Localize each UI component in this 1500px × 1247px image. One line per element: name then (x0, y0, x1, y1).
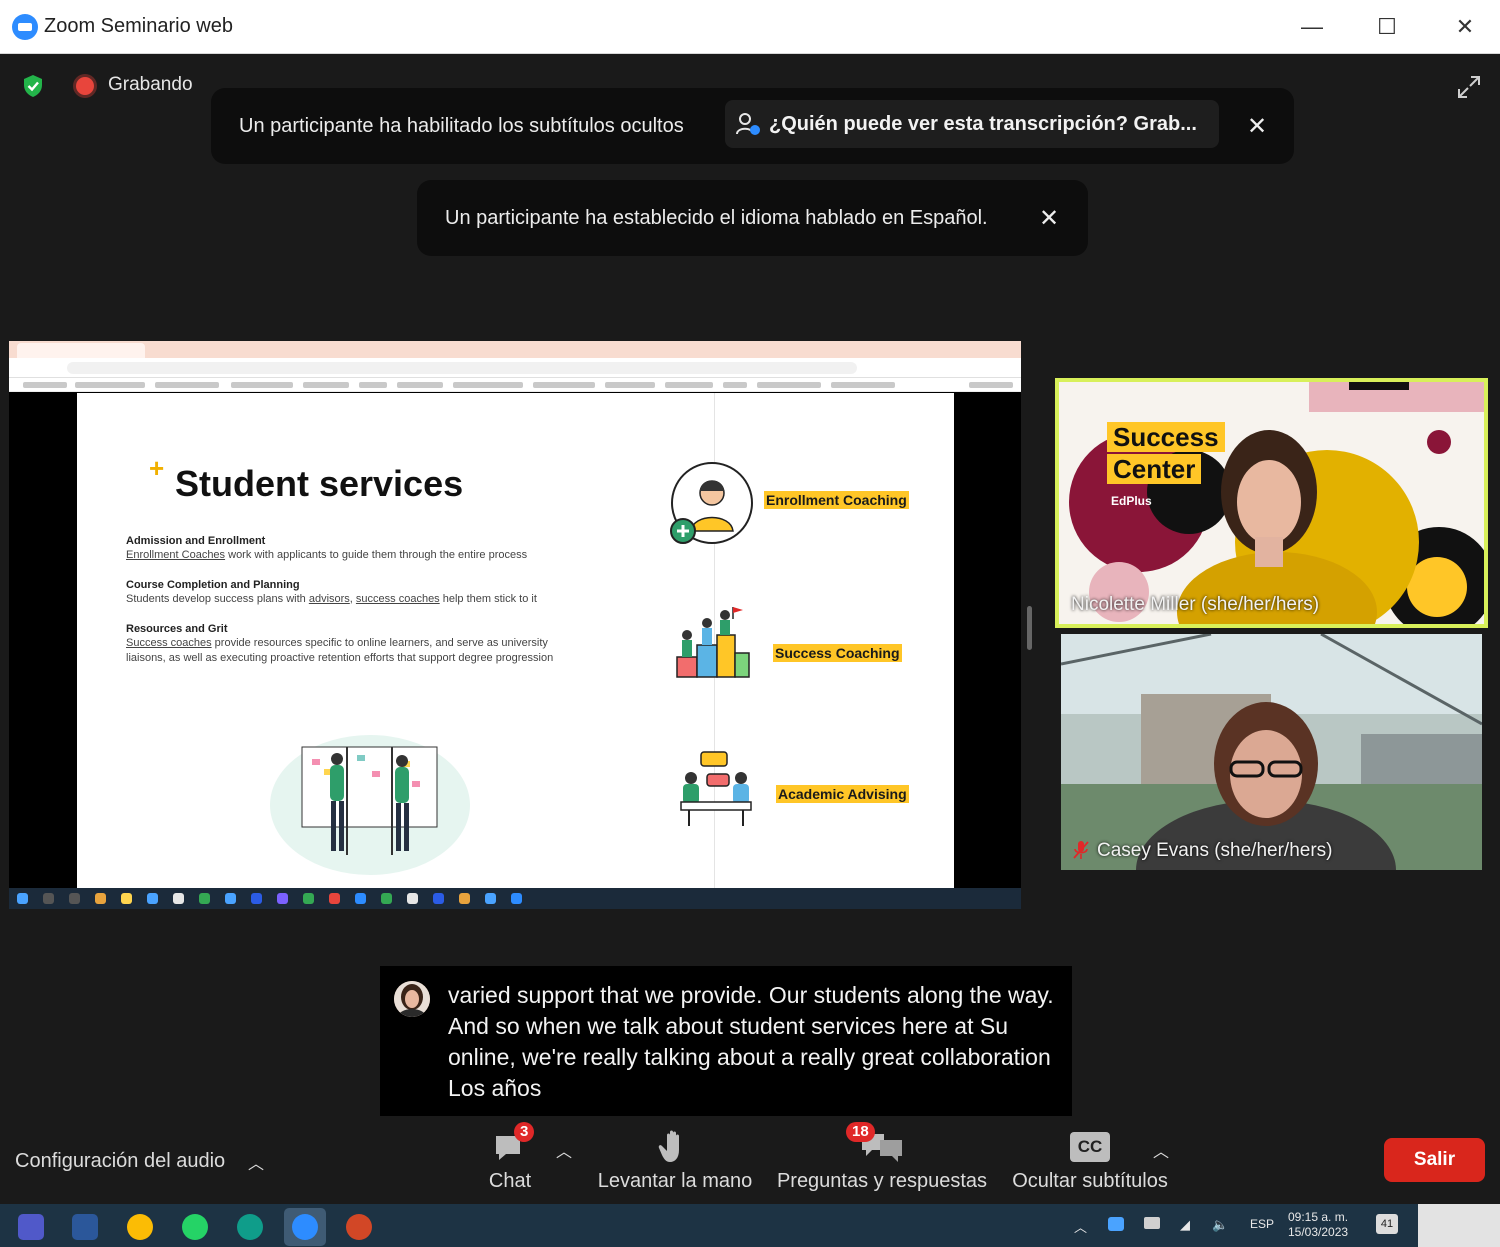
qa-label: Preguntas y respuestas (776, 1170, 988, 1192)
close-icon[interactable]: ✕ (1247, 112, 1267, 141)
service-label: Enrollment Coaching (764, 491, 909, 509)
chevron-up-icon[interactable]: ︿ (1074, 1217, 1087, 1236)
edge-icon[interactable] (237, 1214, 263, 1240)
meeting-area: Grabando Un participante ha habilitado l… (0, 54, 1500, 1204)
slide-item-heading: Resources and Grit (126, 623, 228, 635)
powerpoint-icon[interactable] (346, 1214, 372, 1240)
closed-captions: varied support that we provide. Our stud… (380, 966, 1072, 1116)
academic-advising-icon (680, 751, 752, 826)
recording-status: Grabando (108, 74, 193, 95)
battery-icon[interactable] (1144, 1217, 1160, 1229)
slide-item-body: Enrollment Coaches work with applicants … (126, 549, 528, 561)
browser-tab-bar (9, 341, 1021, 358)
chat-badge: 3 (514, 1122, 535, 1142)
hide-captions-label: Ocultar subtítulos (1012, 1170, 1168, 1192)
microphone-muted-icon (1073, 841, 1089, 859)
qa-badge: 18 (846, 1122, 875, 1142)
who-can-see-label: ¿Quién puede ver esta transcripción? Gra… (769, 113, 1197, 135)
presentation-slide: + Student services Admission and Enrollm… (77, 393, 954, 888)
chevron-up-icon[interactable]: ︿ (248, 1150, 264, 1174)
slide-title: Student services (175, 463, 464, 504)
audio-settings-button[interactable]: Configuración del audio (15, 1150, 225, 1173)
success-coaching-icon (676, 607, 750, 678)
hide-captions-button[interactable]: CC Ocultar subtítulos (1006, 1126, 1174, 1193)
participant-info-icon (736, 113, 760, 135)
caption-text: varied support that we provide. Our stud… (448, 982, 1054, 1101)
chevron-up-icon[interactable]: ︿ (556, 1138, 572, 1162)
chat-button[interactable]: 3 Chat (470, 1122, 550, 1193)
who-can-see-transcript-button[interactable]: ¿Quién puede ver esta transcripción? Gra… (725, 100, 1219, 148)
bookmarks-bar (9, 378, 1021, 392)
chrome-icon[interactable] (127, 1214, 153, 1240)
word-icon[interactable] (72, 1214, 98, 1240)
cc-icon: CC (1070, 1132, 1110, 1162)
chat-label: Chat (488, 1170, 532, 1192)
team-illustration (270, 735, 470, 875)
title-bar: Zoom Seminario web — ☐ ✕ (0, 0, 1500, 54)
raise-hand-label: Levantar la mano (597, 1170, 753, 1192)
participant-name: Casey Evans (she/her/hers) (1097, 840, 1333, 861)
wifi-icon[interactable]: ◢ (1180, 1217, 1190, 1233)
teams-icon[interactable] (18, 1214, 44, 1240)
chevron-up-icon[interactable]: ︿ (1153, 1138, 1169, 1162)
shared-screen[interactable]: + Student services Admission and Enrollm… (9, 341, 1021, 909)
participant-video[interactable]: Casey Evans (she/her/hers) (1061, 634, 1482, 870)
background-text: Center (1107, 454, 1202, 484)
participant-name: Nicolette Miller (she/her/hers) (1071, 594, 1320, 615)
slide-item-heading: Course Completion and Planning (126, 579, 300, 591)
windows-taskbar: ︿ ◢ 🔈 ESP 09:15 a. m. 15/03/2023 41 (0, 1204, 1500, 1247)
camera-background (1061, 634, 1482, 870)
whatsapp-icon[interactable] (182, 1214, 208, 1240)
background-text: Success (1107, 422, 1225, 452)
browser-tab (17, 343, 145, 358)
background-brand: EdPlus (1111, 494, 1152, 508)
cc-enabled-notification: Un participante ha habilitado los subtít… (211, 88, 1294, 164)
keyboard-language[interactable]: ESP (1250, 1217, 1274, 1231)
service-label: Success Coaching (773, 644, 902, 662)
system-clock[interactable]: 09:15 a. m. 15/03/2023 (1288, 1210, 1348, 1240)
close-window-button[interactable]: ✕ (1445, 10, 1485, 44)
plus-icon: + (149, 453, 165, 483)
speaker-avatar (394, 981, 430, 1017)
maximize-button[interactable]: ☐ (1367, 10, 1407, 44)
close-icon[interactable]: ✕ (1039, 204, 1059, 233)
qa-button[interactable]: 18 Preguntas y respuestas (776, 1122, 988, 1193)
slide-item-body: Success coaches provide resources specif… (126, 637, 554, 664)
browser-address-bar (9, 358, 1021, 378)
resize-handle[interactable] (1027, 606, 1032, 650)
url-box (67, 362, 857, 374)
network-icon[interactable] (1108, 1217, 1124, 1231)
cc-enabled-message: Un participante ha habilitado los subtít… (239, 115, 684, 137)
window-title: Zoom Seminario web (44, 15, 233, 37)
shield-check-icon[interactable] (22, 74, 44, 98)
leave-button[interactable]: Salir (1384, 1138, 1485, 1182)
recording-icon (76, 77, 94, 95)
zoom-logo-icon (12, 14, 38, 40)
service-label: Academic Advising (776, 785, 909, 803)
volume-icon[interactable]: 🔈 (1212, 1217, 1228, 1233)
shared-taskbar (9, 888, 1021, 909)
notification-icon[interactable]: 41 (1376, 1214, 1398, 1234)
raise-hand-button[interactable]: Levantar la mano (592, 1126, 758, 1193)
zoom-taskbar-icon[interactable] (284, 1208, 326, 1246)
slide-item-body: Students develop success plans with advi… (126, 593, 537, 605)
language-set-message: Un participante ha establecido el idioma… (445, 207, 988, 229)
raise-hand-icon (658, 1130, 679, 1162)
slide-item-heading: Admission and Enrollment (126, 535, 266, 547)
minimize-button[interactable]: — (1292, 10, 1332, 44)
show-desktop-icon[interactable] (1418, 1204, 1500, 1247)
enrollment-coaching-icon (670, 462, 753, 544)
language-set-notification: Un participante ha establecido el idioma… (417, 180, 1088, 256)
participant-video-active-speaker[interactable]: Success Center EdPlus Nicolette Miller (… (1055, 378, 1488, 628)
fullscreen-icon[interactable] (1456, 74, 1482, 100)
